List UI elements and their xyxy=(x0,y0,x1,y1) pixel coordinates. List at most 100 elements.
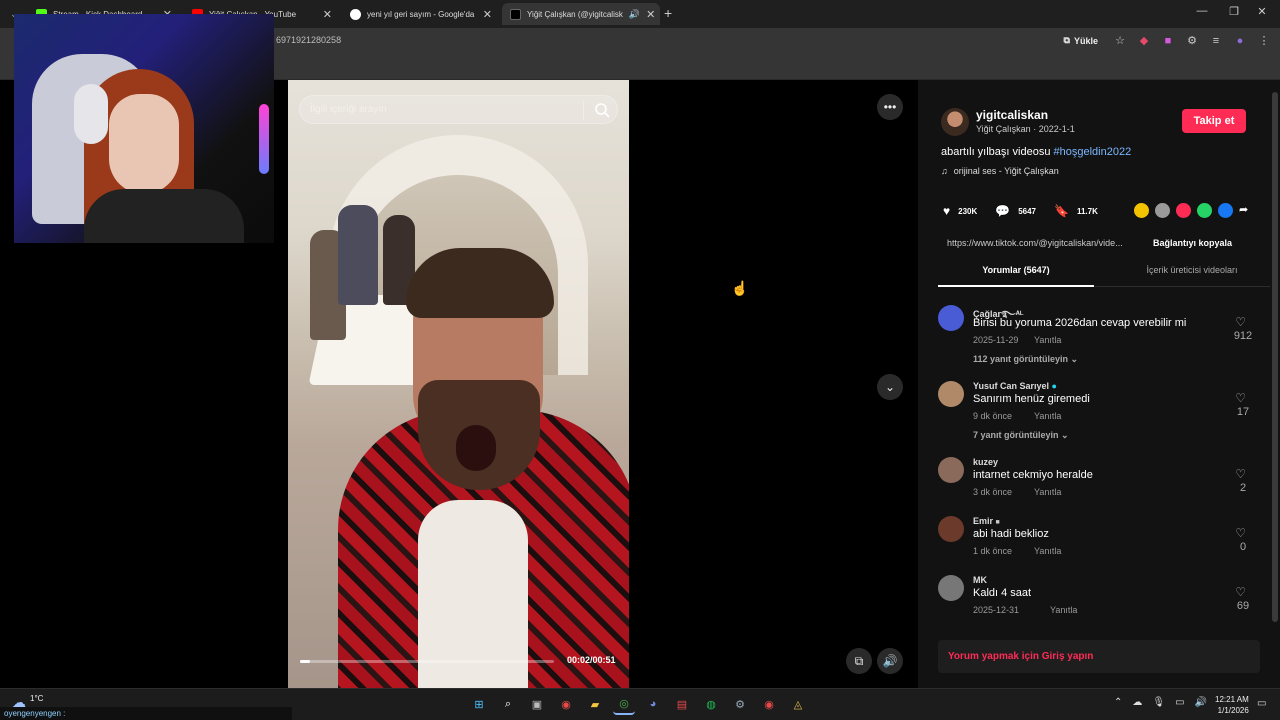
app-red2-icon[interactable]: ◉ xyxy=(758,693,780,715)
comment-like-count: 2 xyxy=(1239,482,1247,494)
comment-icon[interactable]: 💬 xyxy=(995,204,1010,218)
browser-menu-icon[interactable]: ⋮ xyxy=(1256,33,1272,49)
avatar[interactable] xyxy=(938,516,964,542)
comment-date: 1 dk önce xyxy=(973,546,1013,556)
view-replies-button[interactable]: 112 yanıt görüntüleyin ⌄ xyxy=(973,354,1078,365)
install-app-button[interactable]: ⧉ Yükle xyxy=(1058,32,1104,49)
comment-date: 2025-12-31 xyxy=(973,605,1020,615)
file-explorer-icon[interactable]: ▰ xyxy=(584,693,606,715)
share-facebook-icon[interactable] xyxy=(1218,203,1233,218)
video-link[interactable]: https://www.tiktok.com/@yigitcaliskan/vi… xyxy=(947,238,1123,248)
league-icon[interactable]: ◬ xyxy=(787,693,809,715)
start-icon[interactable]: ⊞ xyxy=(468,693,490,715)
heart-icon[interactable]: ♥ xyxy=(943,204,950,218)
search-placeholder: İlgili içeriği arayın xyxy=(310,104,387,115)
tray-chevron-icon[interactable]: ⌃ xyxy=(1114,697,1122,708)
avatar[interactable] xyxy=(938,381,964,407)
minimize-icon[interactable]: — xyxy=(1192,5,1212,17)
extensions-puzzle-icon[interactable]: ⚙ xyxy=(1184,33,1200,49)
copy-link-button[interactable]: Bağlantıyı kopyala xyxy=(1153,238,1232,248)
comment-like-icon[interactable]: ♡ xyxy=(1235,467,1246,481)
share-arrow-icon[interactable]: ➦ xyxy=(1239,203,1248,218)
share-send-icon[interactable] xyxy=(1176,203,1191,218)
discord-icon[interactable]: ◕ xyxy=(642,693,664,715)
settings-gear-icon[interactable]: ⚙ xyxy=(729,693,751,715)
taskbar-apps: ⊞ ⌕ ▣ ◉ ▰ ◎ ◕ ▤ ◍ ⚙ ◉ ◬ xyxy=(468,693,809,715)
reply-button[interactable]: Yanıtla xyxy=(1034,335,1061,345)
follow-button[interactable]: Takip et xyxy=(1182,109,1246,133)
taskbar-clock[interactable]: 12:21 AM 1/1/2026 xyxy=(1215,694,1249,716)
restore-icon[interactable]: ❐ xyxy=(1224,5,1244,18)
author-avatar[interactable] xyxy=(941,108,969,136)
reply-button[interactable]: Yanıtla xyxy=(1034,411,1061,421)
music-note-icon: ♫ xyxy=(941,166,948,176)
comment-like-icon[interactable]: ♡ xyxy=(1235,526,1246,540)
hashtag-link[interactable]: #hoşgeldin2022 xyxy=(1054,146,1132,158)
reading-list-icon[interactable]: ≡ xyxy=(1208,33,1224,49)
bookmark-icon[interactable]: 🔖 xyxy=(1054,204,1069,218)
comment-username[interactable]: MK xyxy=(973,575,987,585)
network-icon[interactable]: ▭ xyxy=(1175,697,1184,708)
profile-avatar-icon[interactable]: ● xyxy=(1232,33,1248,49)
video-search-input[interactable]: İlgili içeriği arayın xyxy=(299,95,618,124)
login-to-comment[interactable]: Yorum yapmak için Giriş yapın xyxy=(938,640,1260,673)
reply-button[interactable]: Yanıtla xyxy=(1034,546,1061,556)
avatar[interactable] xyxy=(938,575,964,601)
url-field[interactable]: 6971921280258 xyxy=(276,35,341,45)
task-view-icon[interactable]: ▣ xyxy=(526,693,548,715)
chrome-icon[interactable]: ◎ xyxy=(613,693,635,715)
share-coin-icon[interactable] xyxy=(1134,203,1149,218)
search-icon[interactable]: ⌕ xyxy=(497,693,519,715)
share-embed-icon[interactable] xyxy=(1155,203,1170,218)
music-info[interactable]: ♫ orijinal ses - Yiğit Çalışkan xyxy=(941,166,1059,176)
comment-like-count: 0 xyxy=(1239,541,1247,553)
page-scrollbar[interactable] xyxy=(1270,80,1280,688)
spotify-icon[interactable]: ◍ xyxy=(700,693,722,715)
comment-like-count: 912 xyxy=(1233,330,1253,342)
avatar[interactable] xyxy=(938,305,964,331)
close-tab-icon[interactable]: ✕ xyxy=(483,8,492,21)
comment-like-icon[interactable]: ♡ xyxy=(1235,315,1246,329)
voicemeeter-icon[interactable]: ▤ xyxy=(671,693,693,715)
app-red-icon[interactable]: ◉ xyxy=(555,693,577,715)
music-title: orijinal ses - Yiğit Çalışkan xyxy=(953,166,1059,176)
onedrive-icon[interactable]: ☁ xyxy=(1132,697,1142,708)
audio-playing-icon[interactable]: 🔊 xyxy=(629,9,640,20)
author-handle[interactable]: yigitcaliskan xyxy=(976,108,1048,122)
comment-like-count: 69 xyxy=(1236,600,1250,612)
volume-button[interactable]: 🔊 xyxy=(877,648,903,674)
comment-like-icon[interactable]: ♡ xyxy=(1235,391,1246,405)
extension-purple-icon[interactable]: ■ xyxy=(1160,33,1176,49)
tab-tiktok[interactable]: Yiğit Çalışkan (@yigitcalisk 🔊 ✕ xyxy=(502,3,660,25)
bookmark-star-icon[interactable]: ☆ xyxy=(1112,33,1128,49)
tab-creator-videos[interactable]: İçerik üreticisi videoları xyxy=(1114,265,1270,287)
comment-username[interactable]: kuzey xyxy=(973,457,998,467)
close-tab-icon[interactable]: ✕ xyxy=(646,8,655,21)
notification-icon[interactable]: ▭ xyxy=(1257,698,1266,709)
comment-like-icon[interactable]: ♡ xyxy=(1235,585,1246,599)
comment-username-wrap[interactable]: Yusuf Can Sarıyel ● xyxy=(973,381,1057,391)
more-options-button[interactable]: ••• xyxy=(877,94,903,120)
next-video-button[interactable]: ⌄ xyxy=(877,374,903,400)
search-icon[interactable] xyxy=(593,101,611,119)
pip-button[interactable]: ⧉ xyxy=(846,648,872,674)
reply-button[interactable]: Yanıtla xyxy=(1050,605,1077,615)
speaker-icon[interactable]: 🔊 xyxy=(1195,697,1207,708)
new-tab-button[interactable]: + xyxy=(664,5,672,21)
reply-button[interactable]: Yanıtla xyxy=(1034,487,1061,497)
share-whatsapp-icon[interactable] xyxy=(1197,203,1212,218)
video-progress-bar[interactable] xyxy=(300,660,554,663)
avatar[interactable] xyxy=(938,457,964,483)
close-window-icon[interactable]: ✕ xyxy=(1252,5,1272,18)
scrollbar-thumb[interactable] xyxy=(1272,92,1278,622)
close-tab-icon[interactable]: ✕ xyxy=(323,8,332,21)
like-count: 230K xyxy=(958,206,978,216)
view-replies-button[interactable]: 7 yanıt görüntüleyin ⌄ xyxy=(973,430,1069,441)
microphone-icon[interactable]: 🎙 xyxy=(1152,697,1165,708)
comment-text: Sanırım henüz giremedi xyxy=(973,393,1090,405)
video-player[interactable]: İlgili içeriği arayın 00:02/00:51 xyxy=(288,80,629,688)
extension-red-icon[interactable]: ◆ xyxy=(1136,33,1152,49)
tab-google[interactable]: yeni yıl geri sayım - Google'da ✕ xyxy=(342,3,500,25)
tab-comments[interactable]: Yorumlar (5647) xyxy=(938,265,1094,287)
comment-username-wrap[interactable]: Emir ■ xyxy=(973,516,1000,526)
